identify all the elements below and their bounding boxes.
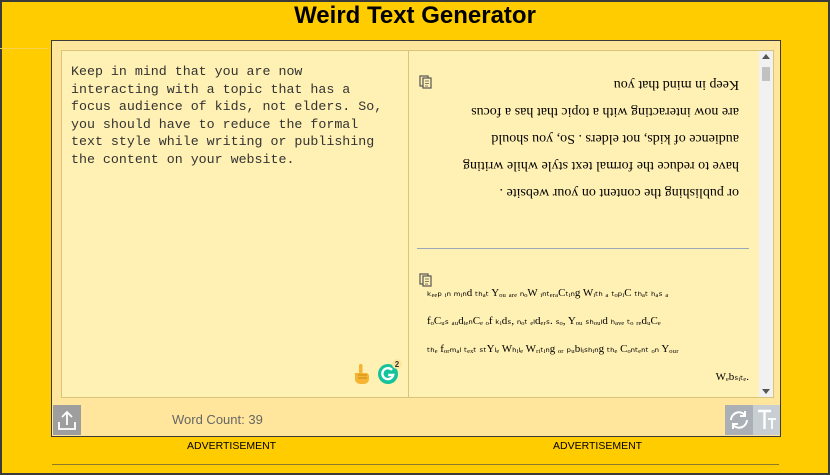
scroll-up-arrow-icon[interactable] bbox=[762, 54, 770, 59]
grammarly-icon[interactable]: 2 bbox=[377, 359, 403, 385]
font-style-button[interactable] bbox=[753, 405, 780, 435]
input-textarea[interactable]: Keep in mind that you are now interactin… bbox=[61, 50, 409, 398]
grammarly-badge: 2 bbox=[395, 360, 400, 369]
output-scrollbar[interactable] bbox=[759, 51, 773, 397]
upload-button[interactable] bbox=[53, 405, 81, 435]
upload-icon bbox=[58, 410, 76, 430]
scroll-down-arrow-icon[interactable] bbox=[762, 389, 770, 394]
input-text: Keep in mind that you are now interactin… bbox=[71, 64, 383, 167]
copy-icon[interactable] bbox=[419, 75, 433, 89]
flipped-output-text[interactable]: or publishing the content on your websit… bbox=[439, 71, 739, 206]
advertisement-label-left: ADVERTISEMENT bbox=[187, 440, 277, 452]
header-divider bbox=[0, 48, 48, 49]
scroll-thumb[interactable] bbox=[762, 67, 770, 81]
refresh-icon bbox=[730, 411, 748, 429]
weird-output-text[interactable]: ₖₑₑₚ ᵢₙ ₘᵢₙd ₜₕₐₜ Yₒᵤ ₐᵣₑ ₙₒW ᵢₙₜₑᵣₐCₜᵢₙ… bbox=[427, 279, 749, 391]
generator-panel: Keep in mind that you are now interactin… bbox=[51, 40, 781, 437]
font-icon bbox=[758, 409, 776, 429]
word-count: Word Count: 39 bbox=[172, 412, 263, 427]
page-title: Weird Text Generator bbox=[294, 2, 536, 29]
hand-icon[interactable] bbox=[351, 363, 371, 385]
bottom-toolbar: Word Count: 39 bbox=[52, 403, 780, 436]
output-divider bbox=[417, 248, 749, 249]
refresh-button[interactable] bbox=[725, 405, 753, 435]
ad-divider bbox=[52, 464, 779, 465]
output-panel: or publishing the content on your websit… bbox=[408, 50, 774, 398]
advertisement-label-right: ADVERTISEMENT bbox=[553, 440, 643, 452]
